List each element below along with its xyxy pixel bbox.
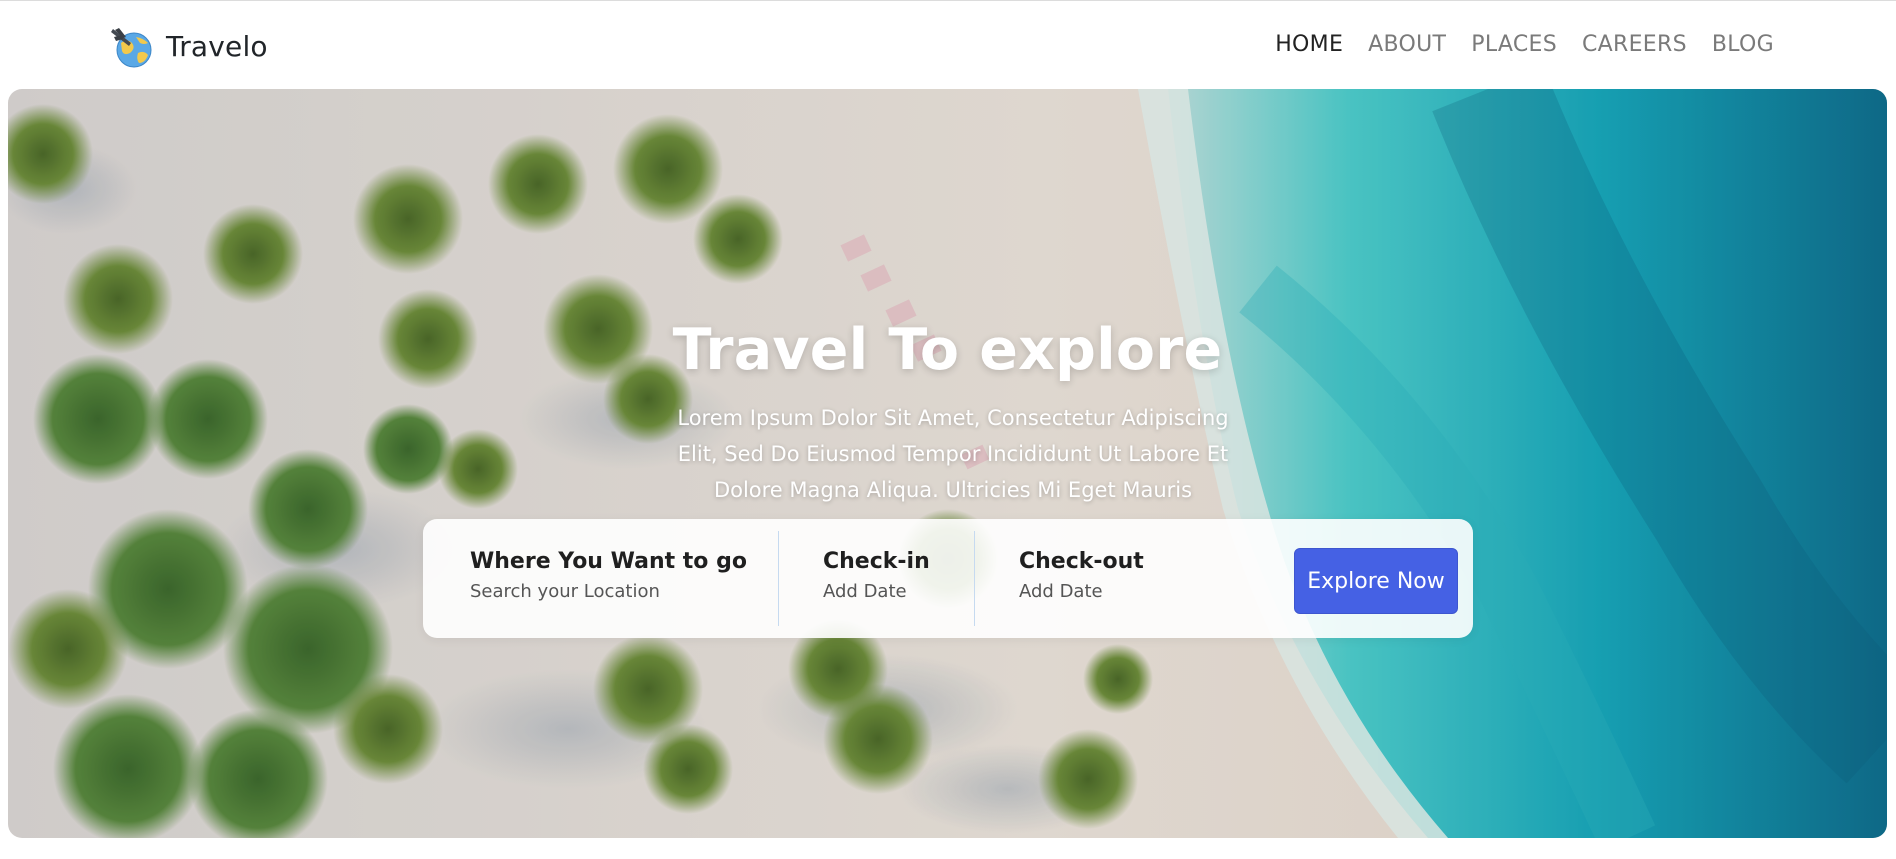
hero-section: Travel To explore Lorem Ipsum Dolor Sit … xyxy=(8,89,1887,838)
checkin-field[interactable]: Check-in Add Date xyxy=(823,547,930,607)
search-bar: Where You Want to go Search your Locatio… xyxy=(423,519,1473,638)
nav-item-home[interactable]: HOME xyxy=(1275,30,1343,60)
hero-description-line-3: Dolore Magna Aliqua. Ultricies Mi Eget M… xyxy=(713,478,1193,502)
nav-item-blog[interactable]: BLOG xyxy=(1712,30,1774,60)
nav-item-places[interactable]: PLACES xyxy=(1471,30,1557,60)
checkin-field-title: Check-in xyxy=(823,549,930,574)
nav-item-about[interactable]: ABOUT xyxy=(1368,30,1446,60)
hero-description-line-1: Lorem Ipsum Dolor Sit Amet, Consectetur … xyxy=(677,406,1229,430)
hero-title: Travel To explore xyxy=(672,317,1223,383)
brand-link[interactable]: Travelo xyxy=(110,22,268,70)
field-divider xyxy=(778,531,779,626)
checkout-field-title: Check-out xyxy=(1019,549,1144,574)
hero-description: Lorem Ipsum Dolor Sit Amet, Consectetur … xyxy=(658,400,1248,508)
globe-airplane-icon xyxy=(111,28,152,68)
location-field-title: Where You Want to go xyxy=(470,549,747,574)
checkout-field-placeholder: Add Date xyxy=(1019,581,1103,602)
navbar: Travelo HOME ABOUT PLACES CAREERS BLOG xyxy=(0,0,1896,89)
explore-now-button[interactable]: Explore Now xyxy=(1294,548,1458,614)
brand-name: Travelo xyxy=(166,29,268,63)
main-nav: HOME ABOUT PLACES CAREERS BLOG xyxy=(1275,30,1774,60)
nav-item-careers[interactable]: CAREERS xyxy=(1582,30,1687,60)
hero-description-line-2: Elit, Sed Do Eiusmod Tempor Incididunt U… xyxy=(677,442,1229,466)
location-field-placeholder: Search your Location xyxy=(470,581,660,602)
checkout-field[interactable]: Check-out Add Date xyxy=(1019,547,1144,607)
field-divider xyxy=(974,531,975,626)
checkin-field-placeholder: Add Date xyxy=(823,581,907,602)
location-field[interactable]: Where You Want to go Search your Locatio… xyxy=(470,547,747,607)
